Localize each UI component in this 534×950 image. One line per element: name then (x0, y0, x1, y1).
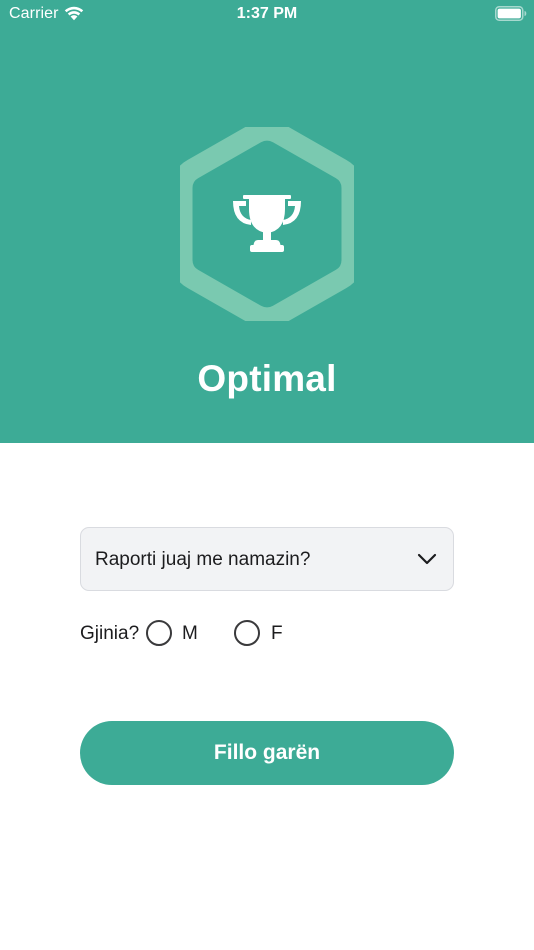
status-time: 1:37 PM (236, 5, 298, 22)
start-game-button[interactable]: Fillo garën (80, 721, 454, 785)
hero-header: Carrier 1:37 PM Optimal (0, 0, 534, 443)
relation-select-label: Raporti juaj me namazin? (95, 549, 311, 570)
app-screen: Carrier 1:37 PM Optimal Raporti juaj me … (0, 0, 534, 950)
gender-option-f-label[interactable]: F (271, 623, 283, 645)
gender-label: Gjinia? (80, 623, 140, 644)
trophy-badge (180, 127, 354, 321)
chevron-down-icon (417, 553, 437, 565)
gender-option-m-label[interactable]: M (182, 623, 198, 645)
gender-radio-m[interactable] (146, 620, 172, 646)
status-bar: Carrier 1:37 PM (0, 0, 534, 28)
trophy-icon (233, 195, 301, 252)
battery-icon (495, 6, 527, 21)
relation-select[interactable]: Raporti juaj me namazin? (80, 527, 454, 591)
app-title: Optimal (197, 358, 337, 399)
gender-radio-f[interactable] (234, 620, 260, 646)
